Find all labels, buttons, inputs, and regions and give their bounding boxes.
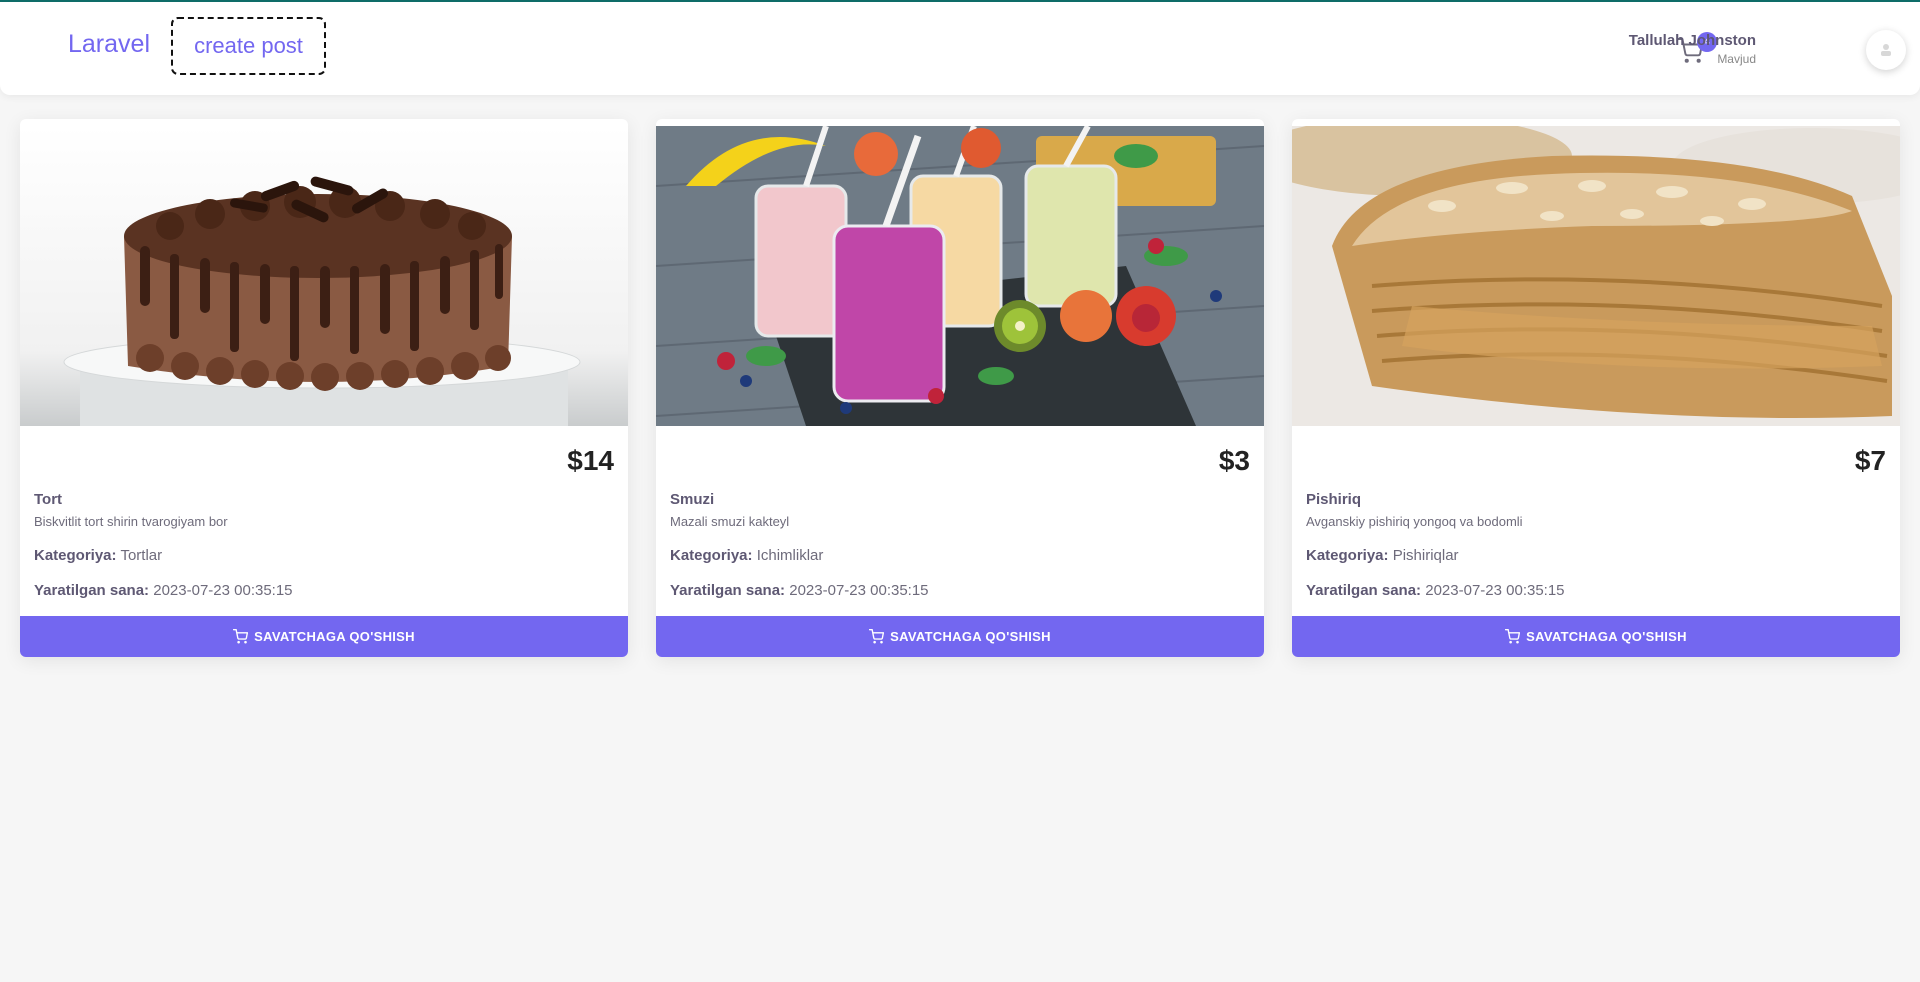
product-name: Tort	[34, 491, 63, 508]
created-label: Yaratilgan sana:	[1306, 582, 1422, 599]
avatar[interactable]	[1866, 30, 1906, 70]
product-name: Pishiriq	[1306, 491, 1362, 508]
created-value: 2023-07-23 00:35:15	[789, 582, 929, 599]
created-value: 2023-07-23 00:35:15	[153, 582, 293, 599]
created-value: 2023-07-23 00:35:15	[1425, 582, 1565, 599]
created-label: Yaratilgan sana:	[670, 582, 786, 599]
create-post-link[interactable]: create post	[171, 17, 326, 75]
product-description: Mazali smuzi kakteyl	[670, 514, 790, 529]
add-to-cart-label: SAVATCHAGA QO'SHISH	[254, 629, 415, 644]
add-to-cart-label: SAVATCHAGA QO'SHISH	[1526, 629, 1687, 644]
add-to-cart-label: SAVATCHAGA QO'SHISH	[890, 629, 1051, 644]
product-card: $14 Tort Biskvitlit tort shirin tvarogiy…	[20, 119, 628, 657]
product-card: $3 Smuzi Mazali smuzi kakteyl Kategoriya…	[656, 119, 1264, 657]
user-name: Tallulah Johnston	[1628, 32, 1756, 49]
cart-icon	[233, 629, 249, 644]
product-name: Smuzi	[670, 491, 715, 508]
product-created: Yaratilgan sana: 2023-07-23 00:35:15	[34, 582, 293, 599]
product-image-pastry	[1292, 126, 1900, 426]
product-card: $7 Pishiriq Avganskiy pishiriq yongoq va…	[1292, 119, 1900, 657]
user-status: Mavjud	[1717, 52, 1756, 66]
category-value: Pishiriqlar	[1392, 547, 1459, 564]
product-price: $7	[1854, 445, 1886, 476]
category-label: Kategoriya:	[670, 547, 753, 564]
category-label: Kategoriya:	[34, 547, 117, 564]
add-to-cart-button[interactable]: SAVATCHAGA QO'SHISH	[656, 616, 1264, 657]
product-created: Yaratilgan sana: 2023-07-23 00:35:15	[1306, 582, 1565, 599]
created-label: Yaratilgan sana:	[34, 582, 150, 599]
product-category: Kategoriya: Pishiriqlar	[1306, 547, 1459, 564]
product-category: Kategoriya: Ichimliklar	[670, 547, 823, 564]
category-value: Ichimliklar	[756, 547, 824, 564]
product-description: Avganskiy pishiriq yongoq va bodomli	[1306, 514, 1523, 529]
cart-icon	[869, 629, 885, 644]
product-price: $14	[567, 445, 614, 476]
brand-link[interactable]: Laravel	[68, 30, 150, 59]
user-placeholder-icon	[1881, 44, 1891, 56]
cart-icon	[1505, 629, 1521, 644]
category-label: Kategoriya:	[1306, 547, 1389, 564]
add-to-cart-button[interactable]: SAVATCHAGA QO'SHISH	[20, 616, 628, 657]
product-category: Kategoriya: Tortlar	[34, 547, 162, 564]
product-image-smoothies	[656, 126, 1264, 426]
category-value: Tortlar	[120, 547, 163, 564]
add-to-cart-button[interactable]: SAVATCHAGA QO'SHISH	[1292, 616, 1900, 657]
product-created: Yaratilgan sana: 2023-07-23 00:35:15	[670, 582, 929, 599]
product-price: $3	[1218, 445, 1250, 476]
product-image-cake	[20, 126, 628, 426]
navbar: Laravel create post 4 Tallulah Johnston …	[0, 2, 1920, 95]
product-description: Biskvitlit tort shirin tvarogiyam bor	[34, 514, 228, 529]
